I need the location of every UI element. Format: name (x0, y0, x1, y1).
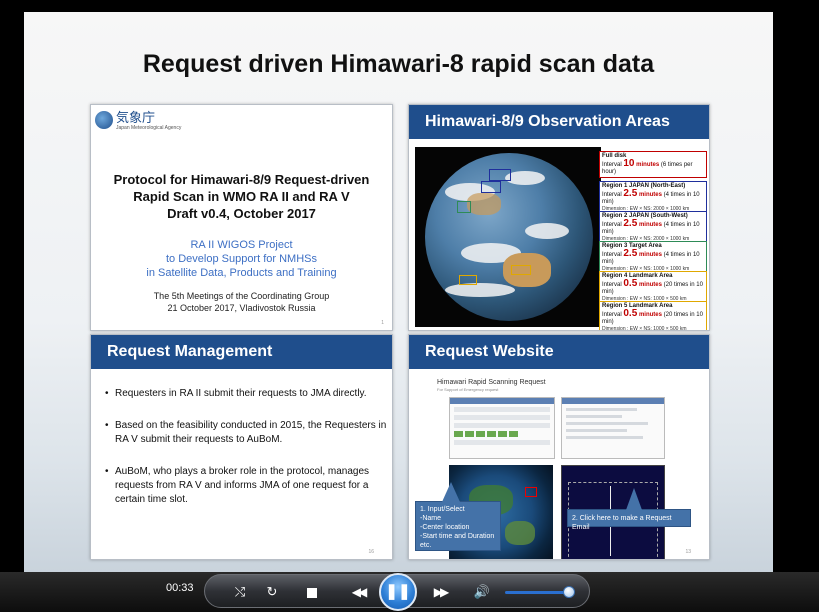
jma-logo: 気象庁 Japan Meteorological Agency (95, 111, 181, 131)
logo-text: 気象庁 (116, 110, 156, 125)
player-controls: 00:33 ⤭ ↻ ◀◀ ❚❚ ▶▶ 🔊 (0, 572, 819, 612)
earth-globe-image (415, 147, 601, 327)
page-number: 13 (685, 549, 691, 555)
panel-header: Request Management (91, 335, 392, 369)
observation-area-item: Region 5 Landmark Area Interval 0.5 minut… (599, 301, 707, 330)
observation-area-item: Region 3 Target Area Interval 2.5 minutes… (599, 241, 707, 275)
input-callout: 1. Input/Select -Name -Center location -… (415, 482, 501, 551)
slide-title: Request driven Himawari-8 rapid scan dat… (142, 50, 655, 78)
panel-header: Himawari-8/9 Observation Areas (409, 105, 709, 139)
request-website-panel: Request Website Himawari Rapid Scanning … (408, 334, 710, 560)
volume-knob[interactable] (563, 586, 575, 598)
request-info-box (561, 397, 665, 459)
observation-areas-panel: Himawari-8/9 Observation Areas Full disk (408, 104, 710, 331)
page-number: 16 (368, 549, 374, 555)
project-text: RA II WIGOS Project to Develop Support f… (146, 239, 337, 279)
bullet-item: Requesters in RA II submit their request… (105, 387, 387, 401)
stop-icon[interactable] (301, 581, 323, 603)
shuffle-icon[interactable]: ⤭ (229, 581, 251, 603)
control-bar: ⤭ ↻ ◀◀ ❚❚ ▶▶ 🔊 (204, 573, 590, 611)
elapsed-time: 00:33 (166, 582, 194, 594)
jma-logo-icon (95, 111, 113, 129)
presentation-slide: Request driven Himawari-8 rapid scan dat… (24, 12, 773, 572)
meeting-text: The 5th Meetings of the Coordinating Gro… (153, 291, 330, 313)
protocol-title: Protocol for Himawari-8/9 Request-driven… (113, 172, 370, 221)
repeat-icon[interactable]: ↻ (261, 581, 283, 603)
website-title: Himawari Rapid Scanning Request (437, 379, 546, 386)
rewind-icon[interactable]: ◀◀ (343, 581, 373, 603)
fast-forward-icon[interactable]: ▶▶ (425, 581, 455, 603)
panel-header: Request Website (409, 335, 709, 369)
observation-area-item: Region 2 JAPAN (South-West) Interval 2.5 … (599, 211, 707, 245)
observation-area-item: Region 4 Landmark Area Interval 0.5 minut… (599, 271, 707, 305)
protocol-panel: 気象庁 Japan Meteorological Agency Protocol… (90, 104, 393, 331)
request-management-panel: Request Management Requesters in RA II s… (90, 334, 393, 560)
observation-area-item: Full disk Interval 10 minutes (6 times pe… (599, 151, 707, 178)
bullet-list: Requesters in RA II submit their request… (105, 387, 387, 525)
bullet-item: AuBoM, who plays a broker role in the pr… (105, 465, 387, 507)
pause-icon[interactable]: ❚❚ (379, 573, 417, 611)
click-callout: 2. Click here to make a Request Email (567, 488, 691, 531)
request-form (449, 397, 555, 459)
bullet-item: Based on the feasibility conducted in 20… (105, 419, 387, 447)
observation-area-item: Region 1 JAPAN (North-East) Interval 2.5 … (599, 181, 707, 215)
website-subtitle: For Support of Emergency request (437, 387, 499, 392)
page-number: 1 (381, 320, 384, 326)
video-player: Request driven Himawari-8 rapid scan dat… (0, 0, 819, 612)
logo-subtitle: Japan Meteorological Agency (116, 125, 182, 131)
volume-icon[interactable]: 🔊 (471, 581, 493, 603)
